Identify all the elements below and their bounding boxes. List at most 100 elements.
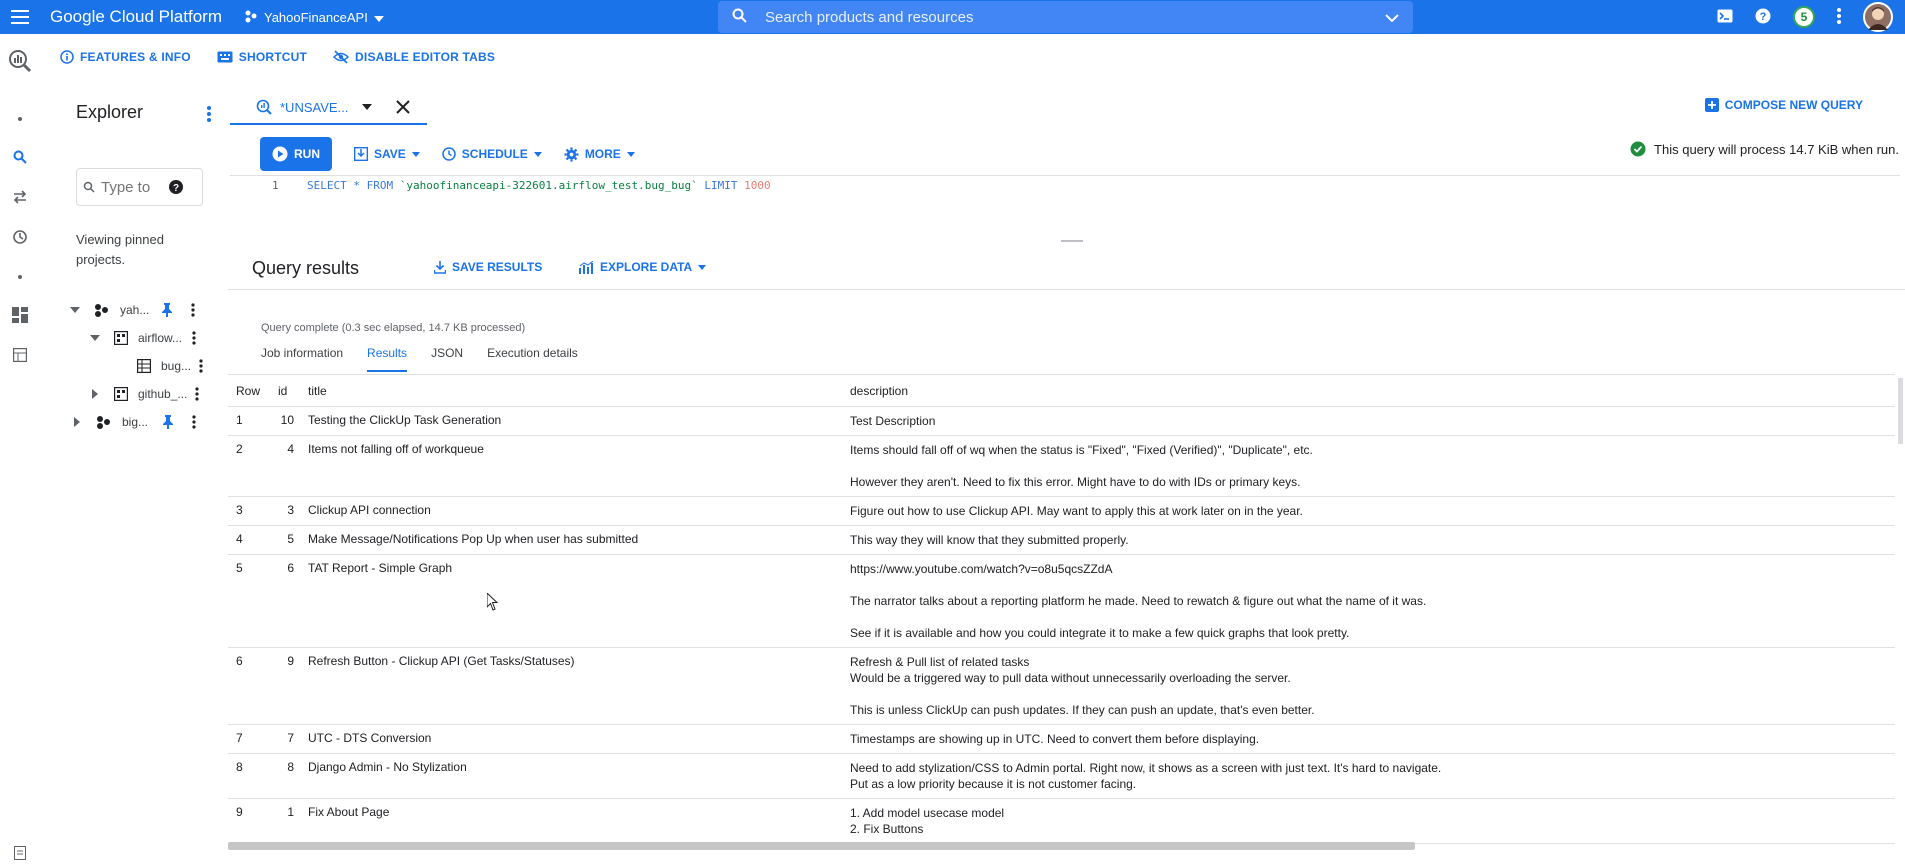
caret-right-icon	[92, 389, 98, 399]
compose-new-query-button[interactable]: COMPOSE NEW QUERY	[1704, 98, 1863, 112]
tree-node-project-big[interactable]: big...	[74, 410, 196, 434]
table-cell[interactable]: 5	[228, 555, 270, 647]
table-cell[interactable]: 3	[228, 497, 270, 525]
table-row[interactable]: 8 8 Django Admin - No Stylization Need to a…	[228, 754, 1895, 799]
save-results-button[interactable]: SAVE RESULTS	[434, 260, 542, 274]
table-cell[interactable]: 6	[228, 648, 270, 724]
bigquery-logo-icon[interactable]	[8, 49, 32, 73]
table-cell[interactable]: 9	[270, 648, 300, 724]
table-cell[interactable]: This way they will know that they submit…	[842, 526, 1895, 554]
table-cell[interactable]: Make Message/Notifications Pop Up when u…	[300, 526, 842, 554]
schedule-button[interactable]: SCHEDULE	[442, 147, 542, 161]
table-cell[interactable]: Django Admin - No Stylization	[300, 754, 842, 798]
editor-tab[interactable]: *UNSAVE...	[230, 91, 427, 125]
table-cell[interactable]: TAT Report - Simple Graph	[300, 555, 842, 647]
table-cell[interactable]: 7	[228, 725, 270, 753]
table-cell[interactable]: Testing the ClickUp Task Generation	[300, 407, 842, 435]
caret-down-icon	[70, 307, 80, 313]
transfers-icon[interactable]	[8, 185, 32, 209]
table-cell[interactable]: Refresh Button - Clickup API (Get Tasks/…	[300, 648, 842, 724]
tree-node-dataset-github[interactable]: github_...	[92, 382, 199, 406]
tab-execution-details[interactable]: Execution details	[487, 346, 578, 372]
table-row[interactable]: 4 5 Make Message/Notifications Pop Up when…	[228, 526, 1895, 555]
history-icon[interactable]	[8, 225, 32, 249]
table-cell[interactable]: Timestamps are showing up in UTC. Need t…	[842, 725, 1895, 753]
table-cell[interactable]: 3	[270, 497, 300, 525]
sql-editor[interactable]: 1 SELECT * FROM `yahoofinanceapi-322601.…	[230, 175, 1900, 235]
table-row[interactable]: 6 9 Refresh Button - Clickup API (Get Task…	[228, 648, 1895, 725]
explore-data-button[interactable]: EXPLORE DATA	[579, 260, 707, 274]
explorer-search-input[interactable]	[101, 178, 161, 196]
tab-results[interactable]: Results	[367, 346, 408, 372]
table-cell[interactable]: 2	[228, 436, 270, 496]
more-vert-icon[interactable]	[207, 106, 211, 125]
vertical-scrollbar[interactable]	[1898, 378, 1903, 444]
table-icon	[137, 359, 151, 373]
search-icon[interactable]	[8, 145, 32, 169]
tree-node-dataset-airflow[interactable]: airflow...	[90, 326, 196, 350]
tab-job-information[interactable]: Job information	[261, 346, 343, 372]
description-line: 1. Add model usecase model	[850, 806, 1005, 820]
table-cell[interactable]: Test Description	[842, 407, 1895, 435]
svg-text:?: ?	[173, 183, 179, 194]
table-cell[interactable]: 9	[228, 799, 270, 843]
table-cell[interactable]: 6	[270, 555, 300, 647]
chevron-down-icon[interactable]	[1385, 10, 1399, 25]
shortcut-button[interactable]: SHORTCUT	[217, 50, 307, 64]
more-vert-icon[interactable]	[1837, 7, 1841, 27]
table-cell[interactable]: 1	[228, 407, 270, 435]
avatar[interactable]	[1863, 2, 1893, 32]
save-button[interactable]: SAVE	[354, 147, 420, 161]
table-row[interactable]: 2 4 Items not falling off of workqueue Item…	[228, 436, 1895, 497]
table-cell[interactable]: 4	[228, 526, 270, 554]
table-cell[interactable]: 4	[270, 436, 300, 496]
description-line	[850, 609, 1887, 625]
table-cell[interactable]: 8	[270, 754, 300, 798]
table-cell[interactable]: https://www.youtube.com/watch?v=o8u5qcsZ…	[842, 555, 1895, 647]
table-cell[interactable]: Need to add stylization/CSS to Admin por…	[842, 754, 1895, 798]
run-button[interactable]: RUN	[260, 137, 332, 171]
validator-text: This query will process 14.7 KiB when ru…	[1654, 141, 1899, 157]
table-row[interactable]: 9 1 Fix About Page 1. Add model usecase mod…	[228, 799, 1895, 844]
table-row[interactable]: 7 7 UTC - DTS Conversion Timestamps are sho…	[228, 725, 1895, 754]
table-cell[interactable]: 8	[228, 754, 270, 798]
table-icon[interactable]	[8, 343, 32, 367]
dataset-icon	[114, 387, 128, 401]
table-cell[interactable]: Clickup API connection	[300, 497, 842, 525]
help-icon[interactable]: ?	[1755, 8, 1771, 27]
search-icon	[83, 181, 95, 193]
search-input[interactable]	[765, 8, 1385, 26]
table-row[interactable]: 3 3 Clickup API connection Figure out how t…	[228, 497, 1895, 526]
table-cell[interactable]: Items should fall off of wq when the sta…	[842, 436, 1895, 496]
table-cell[interactable]: 10	[270, 407, 300, 435]
project-picker[interactable]: YahooFinanceAPI	[244, 9, 384, 26]
resize-handle[interactable]	[1061, 240, 1083, 242]
brand-title[interactable]: Google Cloud Platform	[50, 7, 222, 27]
table-cell[interactable]: 7	[270, 725, 300, 753]
table-cell[interactable]: Figure out how to use Clickup API. May w…	[842, 497, 1895, 525]
table-row[interactable]: 5 6 TAT Report - Simple Graph https://www.y…	[228, 555, 1895, 648]
disable-editor-tabs-button[interactable]: DISABLE EDITOR TABS	[333, 50, 495, 64]
dashboard-icon[interactable]	[8, 303, 32, 327]
explorer-search[interactable]: ?	[76, 168, 203, 206]
horizontal-scrollbar[interactable]	[228, 842, 1415, 850]
notification-badge[interactable]: 5	[1793, 6, 1815, 28]
tree-node-table-bug[interactable]: bug...	[137, 354, 203, 378]
table-cell[interactable]: Refresh & Pull list of related tasks Woul…	[842, 648, 1895, 724]
tab-json[interactable]: JSON	[431, 346, 463, 372]
tree-node-project[interactable]: yah...	[70, 298, 195, 322]
table-cell[interactable]: Items not falling off of workqueue	[300, 436, 842, 496]
table-cell[interactable]: UTC - DTS Conversion	[300, 725, 842, 753]
table-cell[interactable]: 5	[270, 526, 300, 554]
cloud-shell-icon[interactable]	[1717, 9, 1733, 26]
sql-code[interactable]: SELECT * FROM `yahoofinanceapi-322601.ai…	[307, 179, 771, 192]
menu-icon[interactable]	[0, 0, 40, 34]
table-row[interactable]: 1 10 Testing the ClickUp Task Generation Te…	[228, 407, 1895, 436]
features-info-button[interactable]: FEATURES & INFO	[60, 50, 191, 64]
more-button[interactable]: MORE	[564, 146, 635, 162]
search-bar[interactable]	[718, 1, 1413, 33]
release-notes-icon[interactable]	[8, 841, 32, 865]
table-cell[interactable]: Fix About Page	[300, 799, 842, 843]
table-cell[interactable]: 1	[270, 799, 300, 843]
table-cell[interactable]: 1. Add model usecase model 2. Fix Buttons	[842, 799, 1895, 843]
